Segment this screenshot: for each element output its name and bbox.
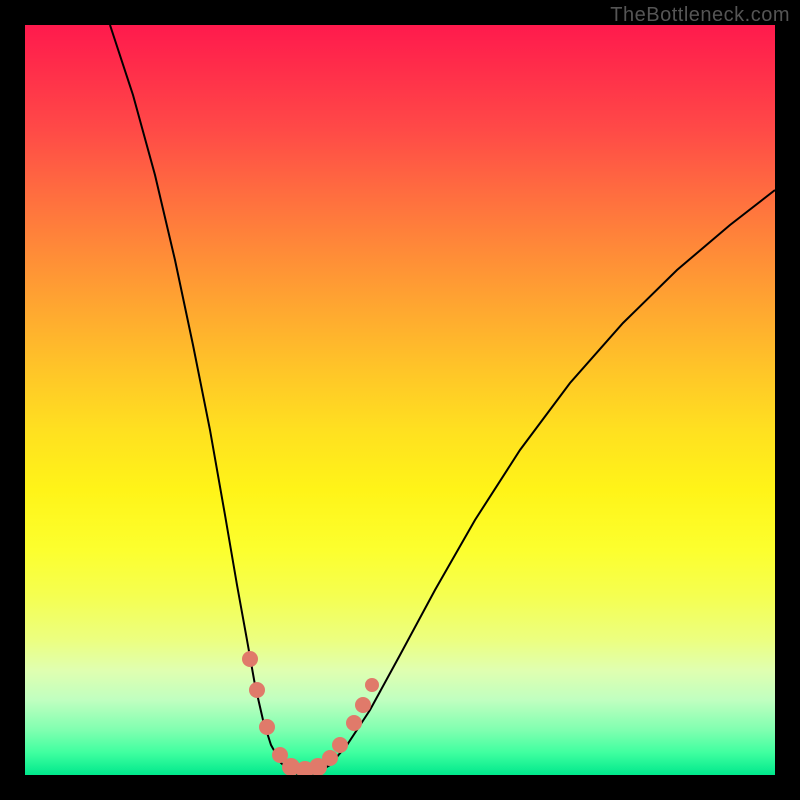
data-marker: [346, 715, 362, 731]
plot-area: [25, 25, 775, 775]
curve-layer: [25, 25, 775, 775]
data-marker: [355, 697, 371, 713]
watermark-text: TheBottleneck.com: [610, 4, 790, 27]
data-marker: [365, 678, 379, 692]
chart-frame: TheBottleneck.com: [0, 0, 800, 800]
data-marker: [242, 651, 258, 667]
data-marker: [249, 682, 265, 698]
data-marker: [322, 750, 338, 766]
data-marker: [259, 719, 275, 735]
left-curve: [110, 25, 305, 775]
data-marker: [332, 737, 348, 753]
data-markers: [242, 651, 379, 775]
